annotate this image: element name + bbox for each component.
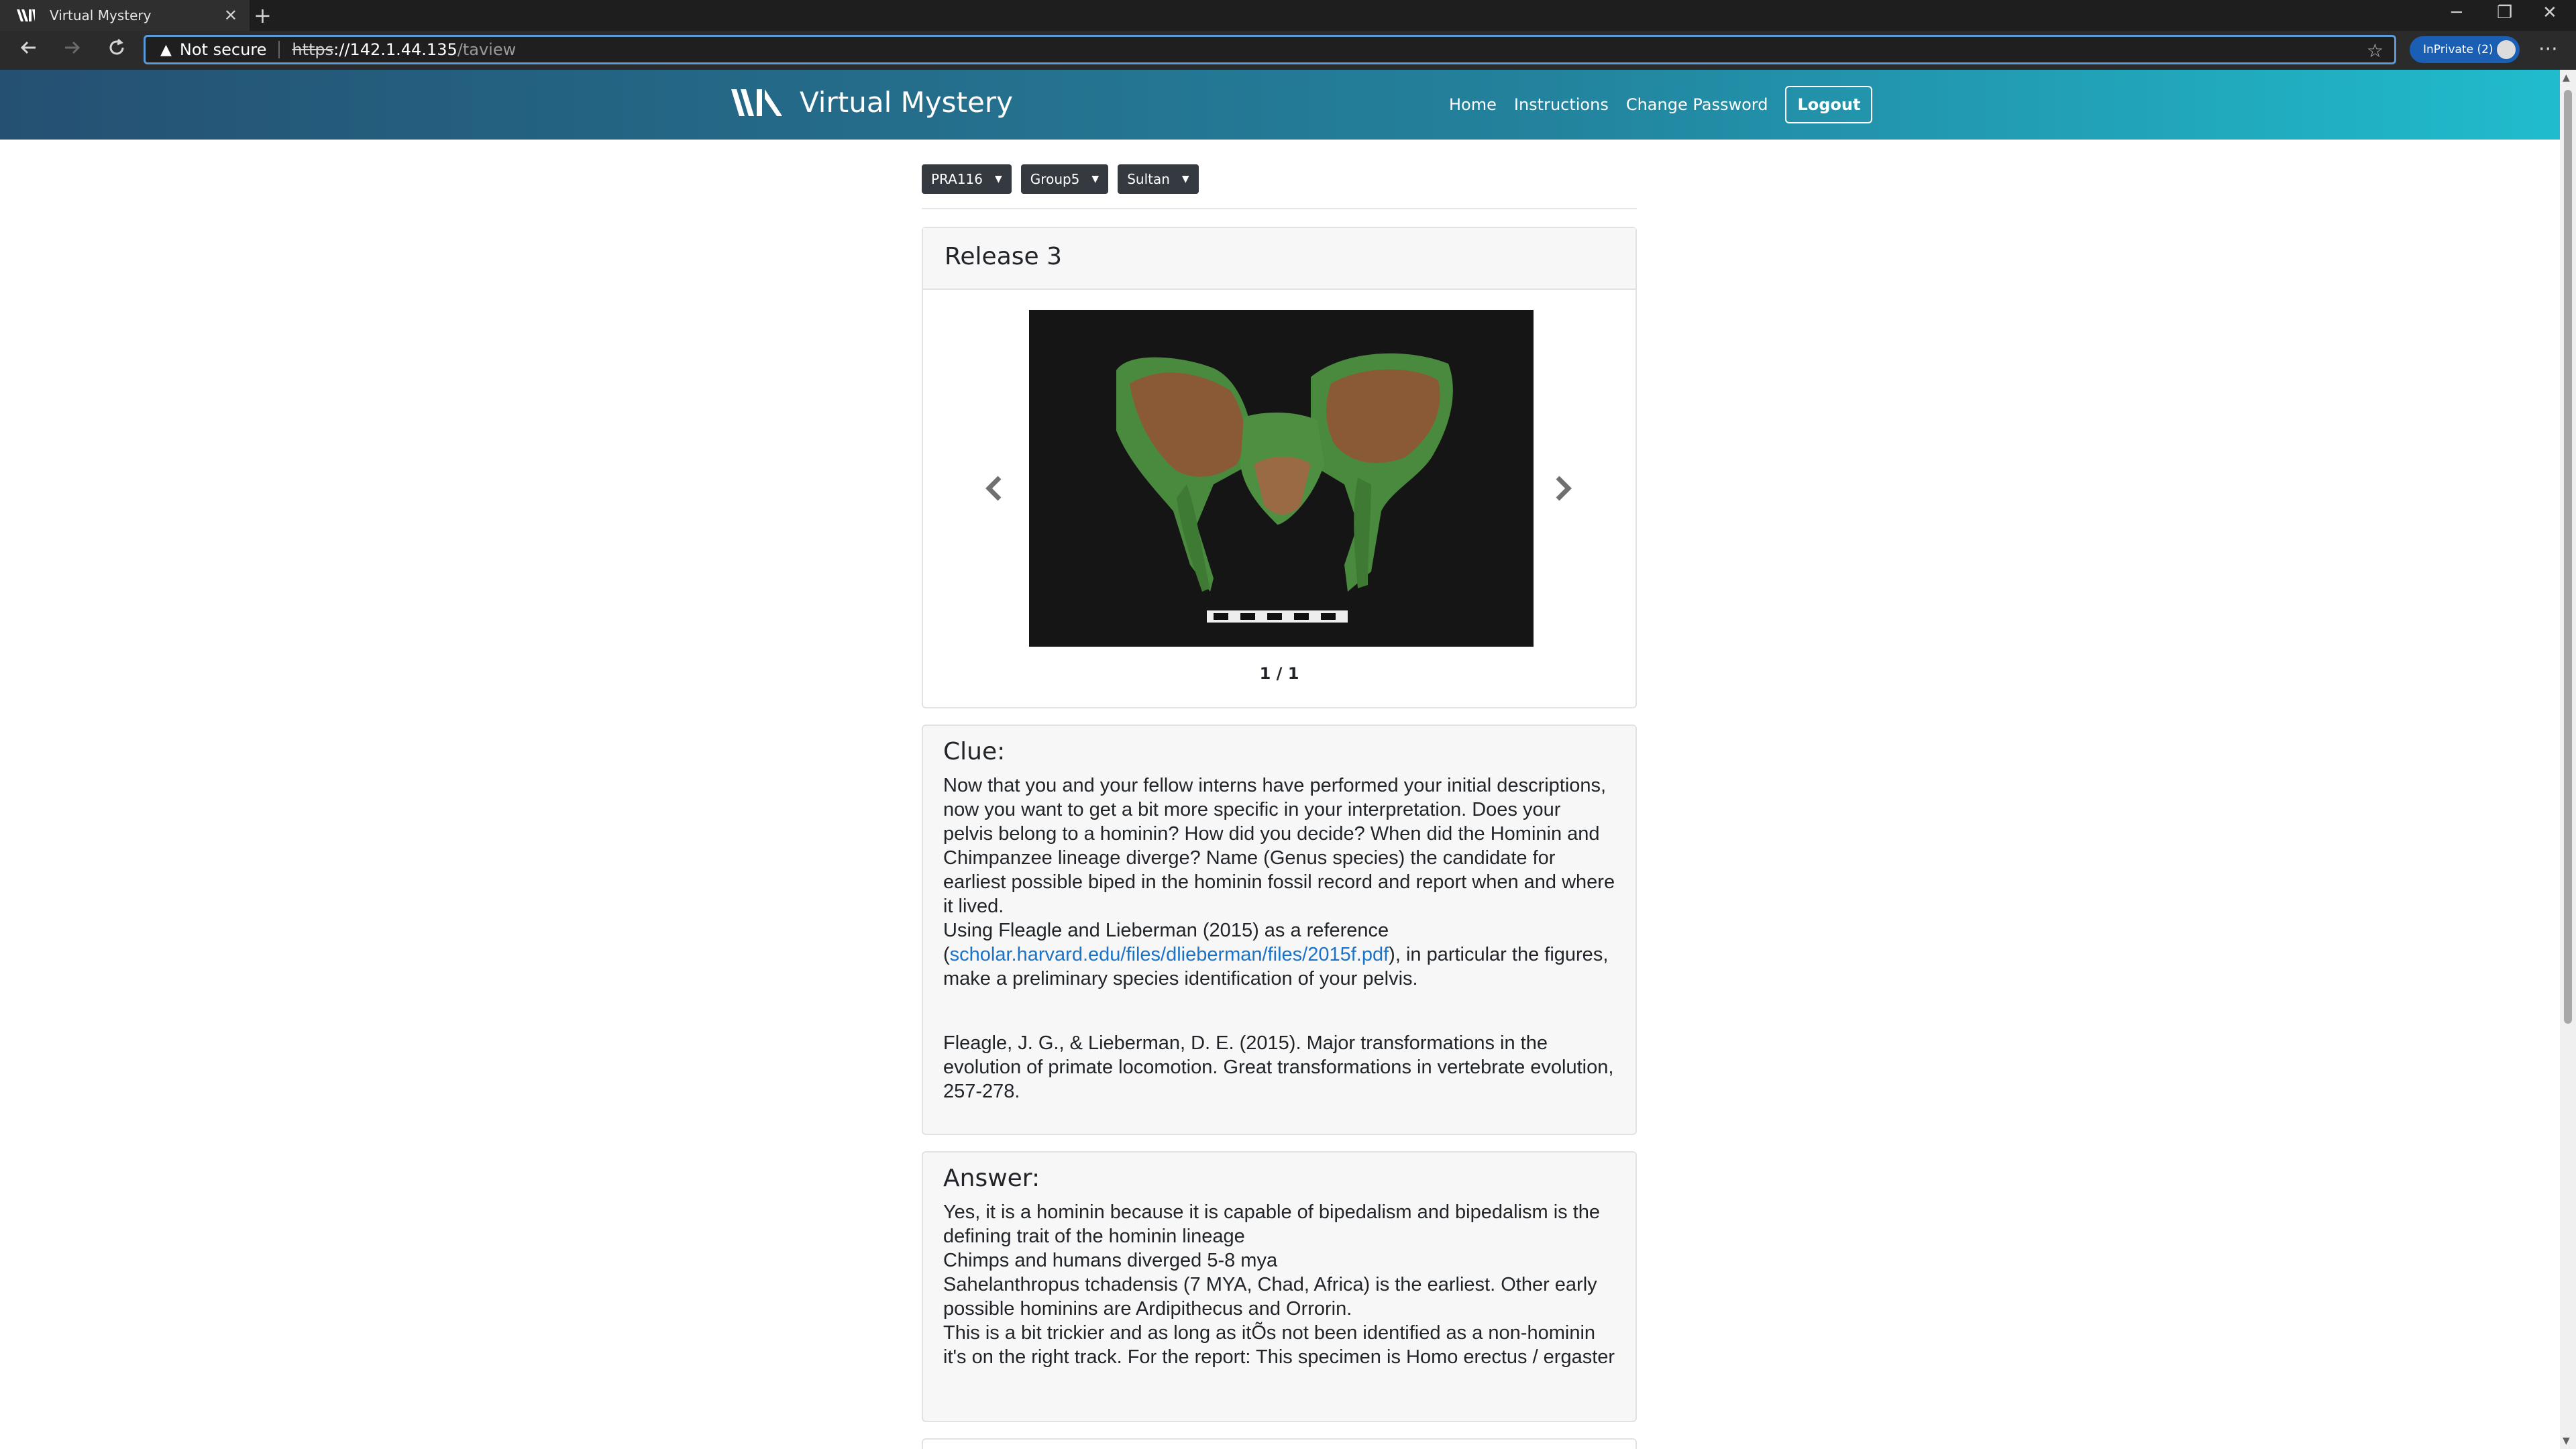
reload-button[interactable] [103,38,130,64]
brand-name: Virtual Mystery [800,86,1013,119]
course-dropdown[interactable]: PRA116 ▼ [922,164,1012,194]
restore-button[interactable]: ❐ [2497,3,2512,23]
scrollbar-thumb[interactable] [2564,90,2572,1024]
page-scrollbar[interactable]: ▲ ▼ [2560,70,2576,1449]
profile-avatar [2496,39,2517,60]
divider [922,208,1637,209]
answer-line-2: Chimps and humans diverged 5-8 mya [943,1250,1278,1271]
tab-close-icon[interactable]: ✕ [224,7,237,24]
caret-down-icon: ▼ [1091,174,1099,184]
answer-line-1: Yes, it is a hominin because it is capab… [943,1201,1601,1247]
tab-title: Virtual Mystery [50,7,152,23]
next-card-edge [922,1438,1637,1449]
scroll-up-icon[interactable]: ▲ [2563,72,2570,83]
clue-heading: Clue: [943,738,1006,765]
filter-bar: PRA116 ▼ Group5 ▼ Sultan ▼ [922,164,1208,194]
brand[interactable]: Virtual Mystery [730,86,1013,119]
chevron-left-icon [985,476,1002,501]
release-title: Release 3 [945,243,1063,270]
window-close-button[interactable]: ✕ [2542,3,2557,23]
pelvis-specimen-image [1029,310,1534,647]
url-bar[interactable]: ▲ Not secure https ://142.1.44.135 /tavi… [144,35,2396,64]
url-separator [278,41,280,58]
group-dropdown-label: Group5 [1030,171,1080,187]
answer-line-3: Sahelanthropus tchadensis (7 MYA, Chad, … [943,1274,1597,1320]
back-button[interactable] [15,38,42,64]
inprivate-label: InPrivate (2) [2423,43,2493,56]
favorite-star-icon[interactable]: ☆ [2367,40,2383,62]
pelvis-photo [1029,310,1534,647]
main-nav: Home Instructions Change Password Logout [1449,86,1873,123]
nav-instructions-link[interactable]: Instructions [1514,95,1609,114]
minimize-button[interactable]: ─ [2451,3,2462,23]
clue-card: Clue: Now that you and your fellow inter… [922,724,1637,1135]
url-scheme: https [292,40,334,59]
answer-text: Yes, it is a hominin because it is capab… [943,1200,1615,1369]
caret-down-icon: ▼ [1181,174,1189,184]
inprivate-profile-button[interactable]: InPrivate (2) [2410,36,2520,63]
answer-line-4: This is a bit trickier and as long as it… [943,1322,1615,1368]
forward-arrow-icon [65,41,80,54]
answer-card: Answer: Yes, it is a hominin because it … [922,1151,1637,1422]
group-dropdown[interactable]: Group5 ▼ [1020,164,1109,194]
browser-address-bar: ▲ Not secure https ://142.1.44.135 /tavi… [0,31,2576,70]
reference-pdf-link[interactable]: scholar.harvard.edu/files/dlieberman/fil… [950,944,1389,965]
chevron-right-icon [1556,476,1572,501]
forward-button[interactable] [59,38,86,64]
nav-change-password-link[interactable]: Change Password [1626,95,1768,114]
site-header: Virtual Mystery Home Instructions Change… [0,70,2560,140]
carousel-counter: 1 / 1 [1259,664,1299,683]
warning-icon: ▲ [160,41,172,58]
clue-text: Now that you and your fellow interns hav… [943,773,1615,991]
answer-heading: Answer: [943,1165,1040,1192]
release-card-header: Release 3 [923,228,1635,290]
browser-tab-bar: Virtual Mystery ✕ + ─ ❐ ✕ [0,0,2576,31]
course-dropdown-label: PRA116 [931,171,983,187]
clue-question: Now that you and your fellow interns hav… [943,775,1615,917]
logout-button[interactable]: Logout [1785,86,1873,123]
new-tab-button[interactable]: + [254,4,272,27]
student-dropdown[interactable]: Sultan ▼ [1118,164,1199,194]
not-secure-label[interactable]: Not secure [180,40,266,59]
browser-menu-button[interactable]: ··· [2538,38,2558,61]
student-dropdown-label: Sultan [1127,171,1170,187]
scroll-down-icon[interactable]: ▼ [2563,1436,2570,1446]
nav-home-link[interactable]: Home [1449,95,1497,114]
back-arrow-icon [20,41,36,54]
caret-down-icon: ▼ [995,174,1002,184]
clue-citation: Fleagle, J. G., & Lieberman, D. E. (2015… [943,1032,1614,1102]
site-favicon-icon [17,9,35,21]
reload-icon [109,38,124,55]
carousel-prev-button[interactable] [985,475,1002,509]
release-card: Release 3 1 / 1 [922,227,1637,708]
carousel-next-button[interactable] [1555,475,1572,509]
url-host: ://142.1.44.135 [333,40,458,59]
url-path: /taview [457,40,517,59]
vm-logo-icon [731,89,782,116]
browser-tab[interactable]: Virtual Mystery ✕ [0,0,250,31]
